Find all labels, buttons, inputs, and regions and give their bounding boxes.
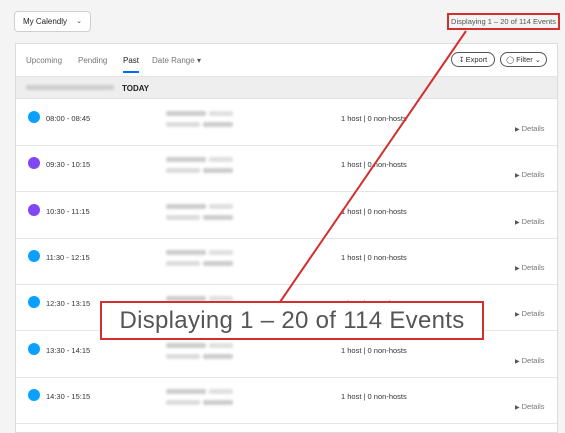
event-type-dot-icon xyxy=(28,203,40,216)
export-button[interactable]: ↧ Export xyxy=(451,52,495,67)
date-text-redacted xyxy=(26,85,114,90)
count-callout: Displaying 1 – 20 of 114 Events xyxy=(100,301,484,340)
details-label: Details xyxy=(521,170,545,180)
calendar-select[interactable]: My Calendly ⌄ xyxy=(14,11,91,32)
host-summary: 1 host | 0 non-hosts xyxy=(341,391,407,401)
chevron-down-icon: ⌄ xyxy=(534,56,541,64)
details-link[interactable]: ▶ Details xyxy=(515,356,545,365)
event-row[interactable]: 11:30 - 12:15 1 host | 0 non-hosts ▶ Detail… xyxy=(16,238,557,285)
event-row[interactable]: 08:00 - 08:45 1 host | 0 non-hosts ▶ Detail… xyxy=(16,99,557,146)
event-type-redacted xyxy=(166,260,200,266)
event-row[interactable]: 14:30 - 15:15 1 host | 0 non-hosts ▶ Detail… xyxy=(16,377,557,424)
host-summary: 1 host | 0 non-hosts xyxy=(341,114,407,123)
event-time: 13:30 - 14:15 xyxy=(46,345,91,355)
event-time: 12:30 - 13:15 xyxy=(46,299,91,309)
invitee-name-redacted xyxy=(166,388,206,394)
invitee-extra-redacted xyxy=(209,203,233,209)
invitee-name-redacted xyxy=(166,111,206,116)
invitee-name-redacted xyxy=(166,203,206,209)
events-panel: Upcoming Pending Past Date Range ▾ ↧ Exp… xyxy=(15,43,558,433)
invitee-extra-redacted xyxy=(209,111,233,116)
event-type-redacted xyxy=(166,122,200,127)
date-header: TODAY xyxy=(16,77,557,99)
caret-right-icon: ▶ xyxy=(515,127,520,133)
filter-icon: ◯ xyxy=(506,56,515,64)
caret-right-icon: ▶ xyxy=(515,219,520,226)
count-callout-text: Displaying 1 – 20 of 114 Events xyxy=(119,306,465,334)
invitee-extra-redacted xyxy=(209,388,233,394)
details-link[interactable]: ▶ Details xyxy=(515,263,545,272)
event-name-redacted xyxy=(203,260,233,266)
event-time: 14:30 - 15:15 xyxy=(46,391,91,401)
event-name-redacted xyxy=(203,353,233,359)
caret-down-icon: ▾ xyxy=(196,56,201,65)
details-label: Details xyxy=(521,355,545,365)
details-label: Details xyxy=(521,216,545,226)
event-time: 09:30 - 10:15 xyxy=(46,160,91,170)
chevron-down-icon: ⌄ xyxy=(76,18,82,25)
event-type-redacted xyxy=(166,214,200,220)
event-type-dot-icon xyxy=(28,388,40,401)
event-row[interactable]: 10:30 - 11:15 1 host | 0 non-hosts ▶ Detail… xyxy=(16,192,557,239)
tab-past[interactable]: Past xyxy=(123,56,140,73)
event-time: 08:00 - 08:45 xyxy=(46,114,91,123)
caret-right-icon: ▶ xyxy=(515,265,520,272)
event-type-redacted xyxy=(166,399,200,405)
event-type-redacted xyxy=(166,353,200,359)
event-name-redacted xyxy=(203,214,233,220)
details-link[interactable]: ▶ Details xyxy=(515,309,545,318)
invitee-name-redacted xyxy=(166,249,206,255)
tab-upcoming[interactable]: Upcoming xyxy=(26,56,62,65)
invitee-extra-redacted xyxy=(209,342,233,348)
details-label: Details xyxy=(521,309,545,319)
event-type-redacted xyxy=(166,168,200,174)
event-time: 11:30 - 12:15 xyxy=(46,252,90,262)
caret-right-icon: ▶ xyxy=(515,312,520,319)
tab-date-range-label: Date Range xyxy=(152,56,195,65)
tab-bar: Upcoming Pending Past Date Range ▾ ↧ Exp… xyxy=(16,44,557,77)
export-icon: ↧ xyxy=(458,56,465,64)
event-type-dot-icon xyxy=(28,249,40,262)
filter-label: Filter xyxy=(516,55,533,64)
event-name-redacted xyxy=(203,168,233,174)
invitee-extra-redacted xyxy=(209,157,233,163)
event-type-dot-icon xyxy=(28,157,40,170)
host-summary: 1 host | 0 non-hosts xyxy=(341,252,407,262)
host-summary: 1 host | 0 non-hosts xyxy=(341,345,407,355)
details-label: Details xyxy=(521,262,545,272)
details-link[interactable]: ▶ Details xyxy=(515,170,545,179)
invitee-name-redacted xyxy=(166,157,206,163)
event-type-dot-icon xyxy=(28,111,40,123)
tab-date-range[interactable]: Date Range ▾ xyxy=(152,56,201,65)
caret-right-icon: ▶ xyxy=(515,358,520,365)
invitee-name-redacted xyxy=(166,342,206,348)
details-link[interactable]: ▶ Details xyxy=(515,402,545,411)
event-row[interactable]: 09:30 - 10:15 1 host | 0 non-hosts ▶ Detail… xyxy=(16,145,557,193)
details-link[interactable]: ▶ Details xyxy=(515,124,545,133)
invitee-extra-redacted xyxy=(209,249,233,255)
export-label: Export xyxy=(465,55,488,64)
caret-right-icon: ▶ xyxy=(515,173,520,180)
event-time: 10:30 - 11:15 xyxy=(46,206,90,216)
event-count-label: Displaying 1 – 20 of 114 Events xyxy=(447,13,560,30)
host-summary: 1 host | 0 non-hosts xyxy=(341,160,407,170)
tab-pending[interactable]: Pending xyxy=(78,56,107,65)
filter-button[interactable]: ◯ Filter ⌄ xyxy=(500,52,547,67)
event-name-redacted xyxy=(203,122,233,127)
event-type-dot-icon xyxy=(28,342,40,355)
event-count-text: Displaying 1 – 20 of 114 Events xyxy=(451,17,556,26)
event-type-dot-icon xyxy=(28,296,40,309)
host-summary: 1 host | 0 non-hosts xyxy=(341,206,407,216)
details-link[interactable]: ▶ Details xyxy=(515,217,545,226)
details-label: Details xyxy=(521,401,545,411)
caret-right-icon: ▶ xyxy=(515,404,520,411)
calendar-select-label: My Calendly xyxy=(23,17,68,26)
details-label: Details xyxy=(521,124,545,133)
today-label: TODAY xyxy=(122,84,150,93)
event-name-redacted xyxy=(203,399,233,405)
